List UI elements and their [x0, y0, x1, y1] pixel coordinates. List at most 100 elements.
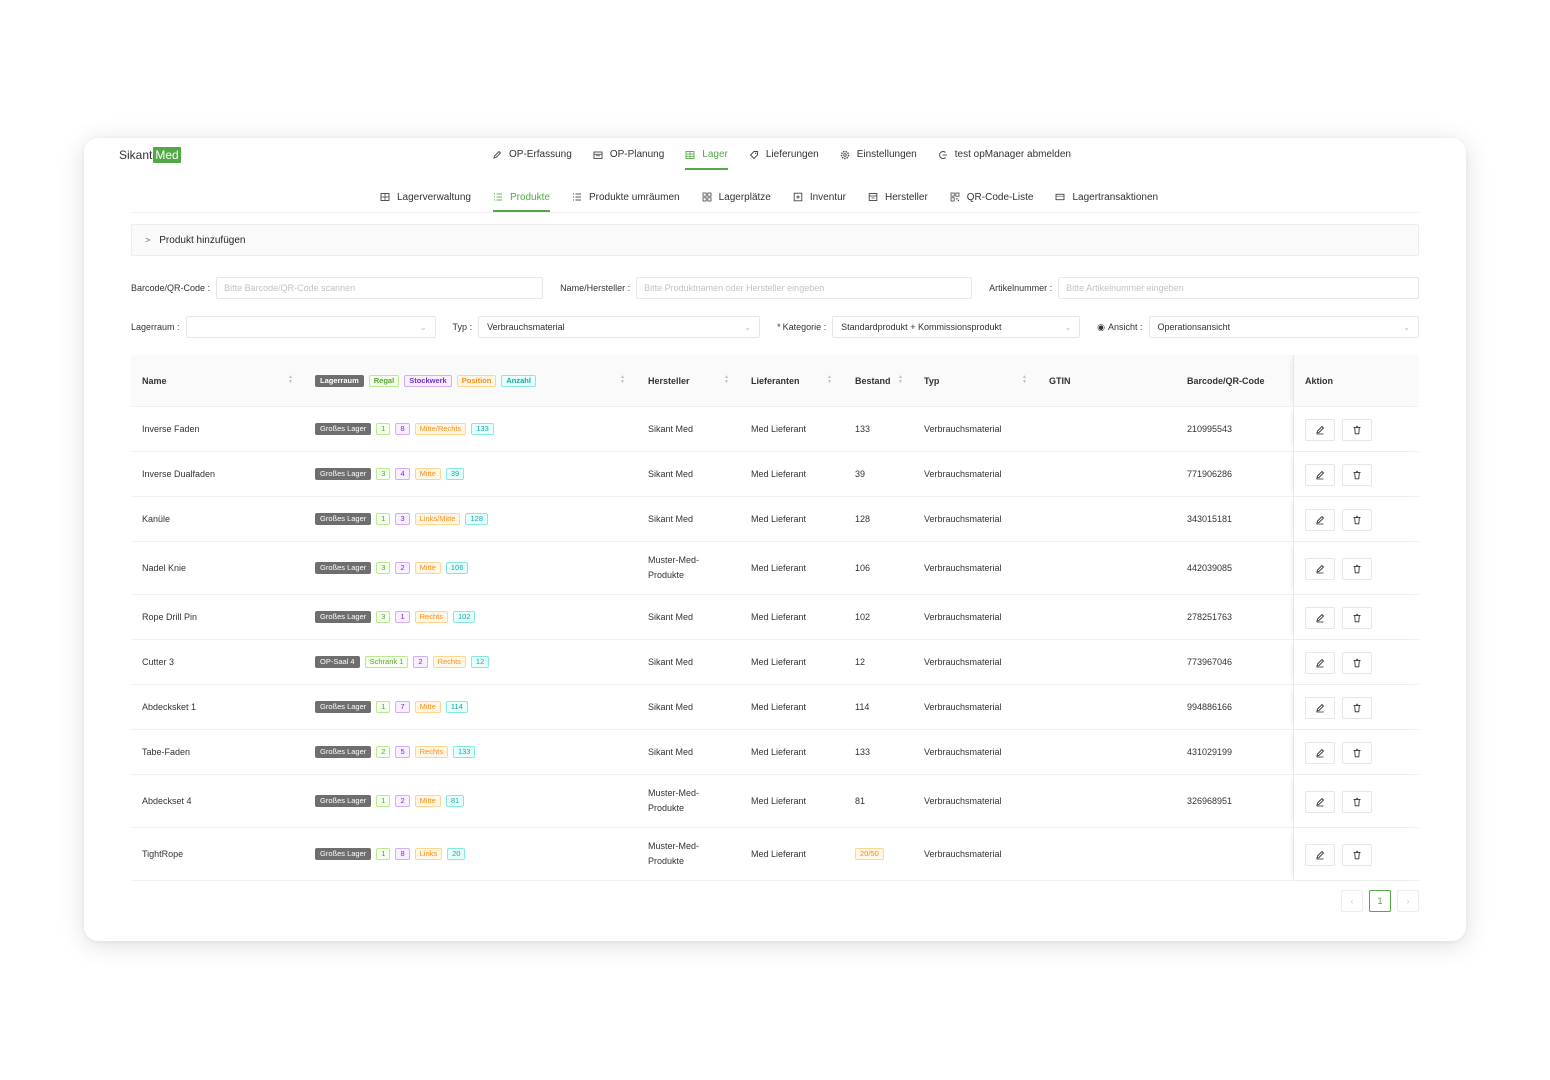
tag-stockwerk: 1	[395, 611, 410, 623]
subnav-lagerplaetze[interactable]: Lagerplätze	[702, 181, 771, 213]
lagerraum-label: Lagerraum :	[131, 322, 180, 332]
delete-button[interactable]	[1342, 606, 1372, 629]
subnav-lagertransaktionen[interactable]: Lagertransaktionen	[1055, 181, 1158, 213]
inventory-icon	[793, 192, 803, 202]
sort-icon[interactable]: ▲ ▼	[898, 375, 903, 385]
sort-icon[interactable]: ▲ ▼	[620, 375, 625, 385]
edit-button[interactable]	[1305, 651, 1335, 674]
cell-lieferant: Med Lieferant	[751, 702, 807, 712]
add-product-collapse[interactable]: > Produkt hinzufügen	[131, 224, 1419, 256]
edit-icon	[1316, 797, 1325, 806]
sort-icon[interactable]: ▲ ▼	[724, 375, 729, 385]
eye-icon: ◉	[1097, 321, 1105, 332]
list-icon	[572, 192, 582, 202]
edit-icon	[1316, 470, 1325, 479]
tag-stockwerk: 5	[395, 746, 410, 758]
sort-icon[interactable]: ▲ ▼	[1022, 375, 1027, 385]
tag-room: Großes Lager	[315, 562, 372, 574]
delete-button[interactable]	[1342, 508, 1372, 531]
delete-button[interactable]	[1342, 418, 1372, 441]
cell-aktion	[1293, 685, 1419, 729]
delete-button[interactable]	[1342, 696, 1372, 719]
tag-stockwerk: 8	[395, 423, 410, 435]
tag-room: Großes Lager	[315, 848, 372, 860]
col-bestand[interactable]: Bestand	[855, 355, 891, 406]
tag-anzahl: 20	[447, 848, 466, 860]
tag-anzahl: 81	[445, 795, 465, 807]
pagination-page[interactable]: 1	[1369, 890, 1391, 912]
tag-position: Rechts	[414, 611, 448, 623]
trash-icon	[1353, 425, 1361, 434]
cell-barcode: 210995543	[1187, 424, 1233, 434]
lagerraum-select[interactable]: ⌄	[185, 316, 436, 338]
delete-button[interactable]	[1342, 557, 1372, 580]
artikelnummer-input[interactable]: Bitte Artikelnummer eingeben	[1058, 277, 1419, 299]
col-lagerplatz[interactable]: Lagerraum Regal Stockwerk Position Anzah…	[315, 355, 541, 406]
edit-button[interactable]	[1305, 418, 1335, 441]
aktion-header-label: Aktion	[1305, 375, 1333, 386]
cell-hersteller: Sikant Med	[648, 657, 694, 667]
delete-button[interactable]	[1342, 651, 1372, 674]
col-hersteller[interactable]: Hersteller	[648, 355, 690, 406]
col-typ[interactable]: Typ	[924, 355, 939, 406]
table-row: Nadel Knie Großes Lager 3 2 Mitte 106 Muster-M…	[131, 542, 1419, 595]
edit-button[interactable]	[1305, 463, 1335, 486]
sort-icon[interactable]: ▲ ▼	[288, 375, 293, 385]
tag-room: Großes Lager	[315, 468, 372, 480]
table-header: Name ▲ ▼ Lagerraum Regal Stockwerk Positi…	[131, 355, 1419, 407]
trash-icon	[1353, 658, 1361, 667]
name-hersteller-input[interactable]: Bitte Produktnamen oder Hersteller einge…	[636, 277, 973, 299]
pagination-next[interactable]: ›	[1397, 890, 1419, 912]
nav-label: Einstellungen	[856, 149, 917, 160]
edit-button[interactable]	[1305, 741, 1335, 764]
nav-op-planung[interactable]: OP-Planung	[593, 138, 664, 171]
tag-anzahl: 12	[470, 656, 490, 668]
delete-button[interactable]	[1342, 741, 1372, 764]
cell-barcode: 343015181	[1187, 514, 1233, 524]
nav-lager[interactable]: Lager	[685, 138, 728, 171]
delete-button[interactable]	[1342, 790, 1372, 813]
cell-lagerplatz: Großes Lager 2 5 Rechts 133	[315, 730, 480, 774]
tag-regal: 3	[376, 611, 391, 623]
logo-text-left: Sikant	[119, 148, 153, 162]
edit-button[interactable]	[1305, 843, 1335, 866]
typ-select[interactable]: Verbrauchsmaterial ⌄	[478, 316, 761, 338]
nav-einstellungen[interactable]: Einstellungen	[840, 138, 917, 171]
nav-lieferungen[interactable]: Lieferungen	[749, 138, 819, 171]
edit-button[interactable]	[1305, 557, 1335, 580]
nav-label: OP-Planung	[609, 149, 665, 160]
delete-button[interactable]	[1342, 463, 1372, 486]
nav-op-erfassung[interactable]: OP-Erfassung	[492, 138, 572, 171]
table-row: Rope Drill Pin Großes Lager 3 1 Rechts 102 Sik…	[131, 595, 1419, 640]
tag-anzahl: 128	[465, 513, 488, 525]
pagination-prev[interactable]: ‹	[1341, 890, 1363, 912]
subnav-hersteller[interactable]: Hersteller	[868, 181, 928, 213]
trash-icon	[1353, 564, 1361, 573]
subnav-inventur[interactable]: Inventur	[793, 181, 846, 213]
sort-icon[interactable]: ▲ ▼	[827, 375, 832, 385]
edit-button[interactable]	[1305, 790, 1335, 813]
col-lieferanten[interactable]: Lieferanten	[751, 355, 800, 406]
grid-icon	[380, 192, 390, 202]
add-product-label: Produkt hinzufügen	[159, 234, 246, 246]
subnav-qr-code-liste[interactable]: QR-Code-Liste	[950, 181, 1033, 213]
sikantmed-logo[interactable]: Sikant Med	[119, 146, 181, 164]
edit-button[interactable]	[1305, 696, 1335, 719]
cell-name: Inverse Dualfaden	[142, 469, 216, 479]
cell-lagerplatz: Großes Lager 3 4 Mitte 39	[315, 452, 469, 496]
kategorie-select[interactable]: Standardprodukt + Kommissionsprodukt ⌄	[832, 316, 1081, 338]
subnav-lagerverwaltung[interactable]: Lagerverwaltung	[380, 181, 471, 213]
nav-abmelden[interactable]: test opManager abmelden	[938, 138, 1071, 171]
barcode-input[interactable]: Bitte Barcode/QR-Code scannen	[216, 277, 544, 299]
edit-button[interactable]	[1305, 606, 1335, 629]
transaction-icon	[1055, 192, 1065, 202]
subnav-produkte-umraeumen[interactable]: Produkte umräumen	[572, 181, 680, 213]
delete-button[interactable]	[1342, 843, 1372, 866]
header-tags: Lagerraum Regal Stockwerk Position Anzah…	[315, 374, 541, 387]
edit-button[interactable]	[1305, 508, 1335, 531]
col-name[interactable]: Name	[142, 355, 167, 406]
cell-lagerplatz: Großes Lager 1 3 Links/Mitte 128	[315, 497, 493, 541]
subnav-produkte[interactable]: Produkte	[492, 181, 550, 213]
cell-barcode: 994886166	[1187, 702, 1233, 712]
ansicht-select[interactable]: Operationsansicht ⌄	[1148, 316, 1419, 338]
